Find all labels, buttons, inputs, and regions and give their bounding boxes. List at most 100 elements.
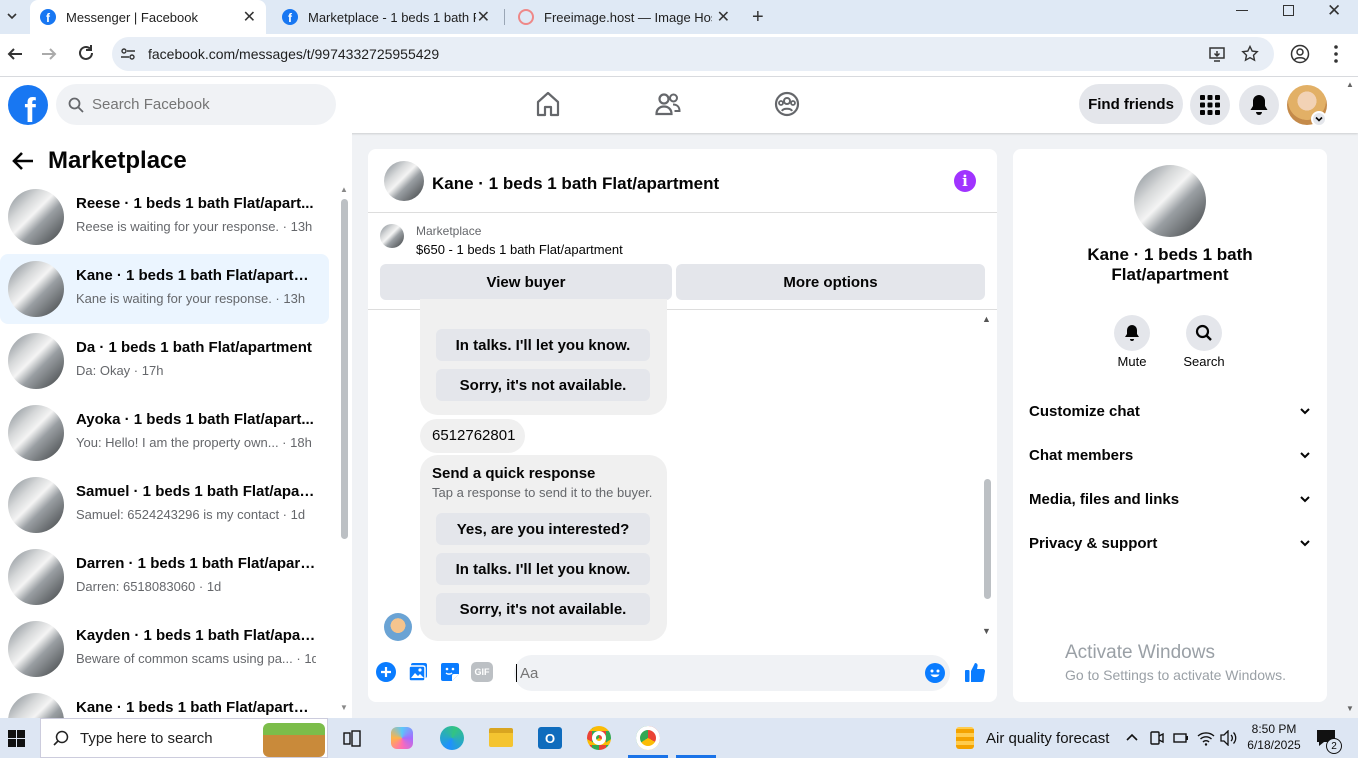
task-view-icon[interactable] — [343, 730, 361, 747]
quick-response-button[interactable]: Yes, are you interested? — [436, 513, 650, 545]
sticker-icon[interactable] — [440, 662, 460, 682]
scroll-down-arrow-icon[interactable]: ▼ — [340, 703, 348, 712]
install-app-icon[interactable] — [1208, 45, 1226, 63]
search-icon[interactable] — [1186, 315, 1222, 351]
tab-messenger[interactable]: f Messenger | Facebook ✕ — [30, 0, 266, 34]
more-options-button[interactable]: More options — [676, 264, 985, 300]
meet-now-icon[interactable] — [1150, 730, 1164, 746]
quick-response-button[interactable]: Sorry, it's not available. — [436, 593, 650, 625]
conversation-item[interactable]: Darren · 1 beds 1 bath Flat/apart... Dar… — [0, 542, 329, 612]
friends-icon[interactable] — [655, 91, 681, 117]
reload-icon[interactable] — [77, 44, 95, 62]
facebook-search-input[interactable] — [92, 84, 322, 125]
edge-browser-icon[interactable] — [440, 726, 464, 750]
section-label: Chat members — [1029, 446, 1134, 464]
gif-icon[interactable]: GIF — [471, 662, 493, 682]
chat-avatar[interactable] — [384, 161, 424, 201]
conversation-item[interactable]: Kane · 1 beds 1 bath Flat/apartm... — [0, 686, 329, 718]
tray-chevron-up-icon[interactable] — [1125, 731, 1139, 743]
scroll-down-arrow-icon[interactable]: ▼ — [982, 626, 991, 636]
add-plus-icon[interactable] — [376, 662, 396, 682]
volume-icon[interactable] — [1220, 730, 1238, 746]
photo-icon[interactable] — [408, 662, 428, 682]
scroll-up-arrow-icon[interactable]: ▲ — [982, 314, 991, 324]
account-chevron-down-icon[interactable] — [1311, 111, 1327, 127]
tab-freeimage[interactable]: Freeimage.host — Image Hostin ✕ — [506, 0, 742, 34]
tab-list-chevron-icon[interactable] — [5, 9, 19, 23]
quick-response-button[interactable]: In talks. I'll let you know. — [436, 553, 650, 585]
weather-air-quality-icon[interactable] — [956, 727, 974, 749]
home-icon[interactable] — [536, 91, 560, 117]
conversation-item[interactable]: Reese · 1 beds 1 bath Flat/apart... Rees… — [0, 182, 329, 252]
sidebar-scrollbar[interactable] — [341, 199, 348, 539]
conversation-item[interactable]: Ayoka · 1 beds 1 bath Flat/apart... You:… — [0, 398, 329, 468]
quick-response-subtitle: Tap a response to send it to the buyer. — [432, 485, 653, 500]
address-bar[interactable]: facebook.com/messages/t/9974332725955429 — [112, 37, 1274, 71]
file-explorer-icon[interactable] — [489, 728, 513, 747]
phone-message-bubble: 6512762801 — [420, 419, 525, 453]
chrome-active-icon[interactable] — [636, 726, 660, 750]
mute-label[interactable]: Mute — [1102, 354, 1162, 369]
conversation-item-active[interactable]: Kane · 1 beds 1 bath Flat/apartm... Kane… — [0, 254, 329, 324]
groups-icon[interactable] — [774, 91, 800, 117]
message-composer[interactable] — [514, 655, 950, 691]
conversation-item[interactable]: Kayden · 1 beds 1 bath Flat/apar... Bewa… — [0, 614, 329, 684]
page-scroll-down-icon[interactable]: ▼ — [1346, 704, 1354, 713]
media-files-links-section[interactable]: Media, files and links — [1029, 485, 1311, 513]
wifi-icon[interactable] — [1197, 730, 1215, 746]
menu-grid-icon[interactable] — [1190, 85, 1230, 125]
conversation-item[interactable]: Da · 1 beds 1 bath Flat/apartment Da: Ok… — [0, 326, 329, 396]
site-settings-icon[interactable] — [120, 46, 136, 62]
conversation-info-icon[interactable]: i — [954, 170, 976, 192]
notifications-bell-icon[interactable] — [1239, 85, 1279, 125]
forward-arrow-icon[interactable] — [40, 45, 58, 63]
copilot-app-icon[interactable] — [391, 727, 413, 749]
sender-avatar — [384, 613, 412, 641]
quick-response-button[interactable]: Sorry, it's not available. — [436, 369, 650, 401]
tab-marketplace[interactable]: f Marketplace - 1 beds 1 bath Fla ✕ — [270, 0, 502, 34]
facebook-favicon-icon: f — [282, 9, 298, 25]
minimize-window-icon[interactable] — [1236, 10, 1248, 11]
quick-response-button[interactable]: In talks. I'll let you know. — [436, 329, 650, 361]
profile-icon[interactable] — [1290, 44, 1310, 64]
emoji-icon[interactable] — [925, 663, 945, 683]
back-arrow-icon[interactable] — [6, 45, 24, 63]
taskbar-clock[interactable]: 8:50 PM 6/18/2025 — [1246, 721, 1302, 753]
like-thumbs-up-icon[interactable] — [964, 661, 986, 683]
page-scroll-up-icon[interactable]: ▲ — [1346, 80, 1354, 89]
chat-title[interactable]: Kane · 1 beds 1 bath Flat/apartment — [432, 174, 719, 194]
chrome-profile-m-icon[interactable] — [587, 726, 611, 750]
bookmark-star-icon[interactable] — [1241, 45, 1259, 63]
message-input[interactable] — [518, 655, 918, 691]
privacy-support-section[interactable]: Privacy & support — [1029, 529, 1311, 557]
chat-scrollbar[interactable] — [984, 479, 991, 599]
search-highlight-picnic-basket-icon — [263, 723, 325, 757]
conversation-item[interactable]: Samuel · 1 beds 1 bath Flat/apart... Sam… — [0, 470, 329, 540]
new-tab-plus-icon[interactable]: + — [752, 7, 764, 27]
close-window-icon[interactable]: ✕ — [1327, 1, 1341, 21]
chat-members-section[interactable]: Chat members — [1029, 441, 1311, 469]
browser-menu-icon[interactable] — [1333, 44, 1339, 64]
mute-bell-icon[interactable] — [1114, 315, 1150, 351]
find-friends-button[interactable]: Find friends — [1079, 84, 1183, 124]
tab-divider — [504, 9, 505, 25]
facebook-logo-icon[interactable]: f — [8, 85, 48, 125]
view-buyer-button[interactable]: View buyer — [380, 264, 672, 300]
weather-text[interactable]: Air quality forecast — [986, 730, 1109, 747]
freeimage-favicon-icon — [518, 9, 534, 25]
taskbar-search-box[interactable]: Type here to search — [40, 718, 328, 758]
close-tab-icon[interactable]: ✕ — [717, 7, 730, 27]
listing-price[interactable]: $650 - 1 beds 1 bath Flat/apartment — [416, 242, 623, 257]
close-tab-icon[interactable]: ✕ — [477, 7, 490, 27]
windows-start-icon[interactable] — [8, 730, 25, 747]
search-label[interactable]: Search — [1174, 354, 1234, 369]
facebook-search-box[interactable] — [56, 84, 336, 125]
restore-window-icon[interactable] — [1283, 5, 1294, 16]
listing-thumbnail — [380, 224, 404, 248]
scroll-up-arrow-icon[interactable]: ▲ — [340, 185, 348, 194]
customize-chat-section[interactable]: Customize chat — [1029, 397, 1311, 425]
back-arrow-icon[interactable] — [12, 151, 34, 171]
outlook-app-icon[interactable]: O — [538, 727, 562, 749]
close-tab-icon[interactable]: ✕ — [243, 7, 256, 27]
battery-plug-icon[interactable] — [1173, 731, 1189, 745]
